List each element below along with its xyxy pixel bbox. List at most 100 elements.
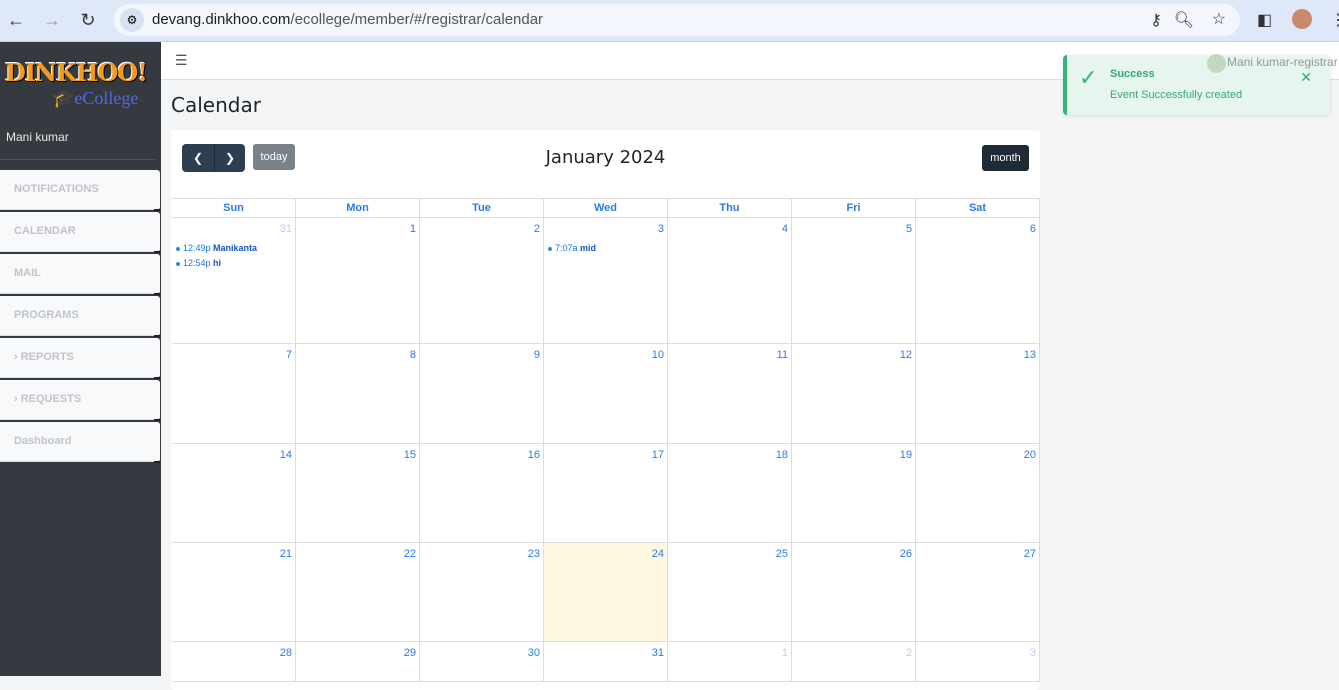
- day-cell[interactable]: 24: [544, 543, 668, 641]
- day-number[interactable]: 7: [286, 349, 292, 361]
- day-cell[interactable]: 19: [792, 444, 916, 542]
- sidebar-item-dashboard[interactable]: Dashboard: [0, 422, 160, 463]
- day-number[interactable]: 10: [652, 349, 664, 361]
- day-number[interactable]: 5: [906, 223, 912, 235]
- side-panel-icon[interactable]: ◧: [1257, 10, 1272, 30]
- day-cell[interactable]: 10: [544, 344, 668, 443]
- day-number[interactable]: 1: [782, 647, 788, 659]
- day-cell[interactable]: 2: [420, 218, 544, 343]
- profile-avatar[interactable]: [1292, 9, 1312, 29]
- sidebar-item-mail[interactable]: MAIL: [0, 254, 160, 295]
- zoom-icon[interactable]: 🔍︎: [1174, 10, 1194, 30]
- day-cell[interactable]: 29: [296, 642, 420, 681]
- day-cell[interactable]: 16: [420, 444, 544, 542]
- day-cell[interactable]: 28: [172, 642, 296, 681]
- day-cell[interactable]: 26: [792, 543, 916, 641]
- day-number[interactable]: 8: [410, 349, 416, 361]
- day-number[interactable]: 1: [410, 223, 416, 235]
- day-number[interactable]: 31: [280, 223, 292, 235]
- day-number[interactable]: 22: [404, 548, 416, 560]
- day-number[interactable]: 17: [652, 449, 664, 461]
- event-title: Manikanta: [213, 243, 258, 253]
- sidebar-item-requests[interactable]: › REQUESTS: [0, 380, 160, 421]
- day-cell[interactable]: 31: [544, 642, 668, 681]
- day-cell[interactable]: 13: [916, 344, 1040, 443]
- day-number[interactable]: 13: [1024, 349, 1036, 361]
- day-number[interactable]: 15: [404, 449, 416, 461]
- day-number[interactable]: 31: [652, 647, 664, 659]
- day-cell[interactable]: 1: [296, 218, 420, 343]
- day-cell[interactable]: 11: [668, 344, 792, 443]
- day-cell[interactable]: 1: [668, 642, 792, 681]
- address-bar[interactable]: ⚙ devang.dinkhoo.com/ecollege/member/#/r…: [114, 4, 1240, 36]
- day-cell[interactable]: 21: [172, 543, 296, 641]
- day-cell[interactable]: 25: [668, 543, 792, 641]
- header-user[interactable]: Mani kumar-registrar: [1227, 55, 1338, 69]
- forward-icon[interactable]: →: [40, 8, 64, 32]
- day-cell[interactable]: 8: [296, 344, 420, 443]
- day-cell[interactable]: 5: [792, 218, 916, 343]
- day-cell[interactable]: 27: [916, 543, 1040, 641]
- day-cell[interactable]: 23: [420, 543, 544, 641]
- hamburger-icon[interactable]: ☰: [175, 52, 188, 69]
- calendar-card: ❮ ❯ today January 2024 month Sun Mon Tue We…: [171, 130, 1040, 690]
- day-cell[interactable]: 18: [668, 444, 792, 542]
- day-number[interactable]: 3: [658, 223, 664, 235]
- day-number[interactable]: 2: [534, 223, 540, 235]
- day-number[interactable]: 24: [652, 548, 664, 560]
- day-number[interactable]: 28: [280, 647, 292, 659]
- browser-toolbar: ← → ↻ ⚙ devang.dinkhoo.com/ecollege/memb…: [0, 0, 1339, 42]
- day-number[interactable]: 11: [777, 349, 788, 361]
- day-number[interactable]: 12: [900, 349, 912, 361]
- day-number[interactable]: 6: [1030, 223, 1036, 235]
- site-settings-icon[interactable]: ⚙: [120, 8, 144, 32]
- day-number[interactable]: 14: [280, 449, 292, 461]
- day-number[interactable]: 19: [900, 449, 912, 461]
- sidebar-user: Mani kumar: [6, 130, 69, 144]
- day-number[interactable]: 2: [906, 647, 912, 659]
- day-number[interactable]: 29: [404, 647, 416, 659]
- day-number[interactable]: 25: [776, 548, 788, 560]
- key-icon[interactable]: ⚷: [1150, 10, 1162, 30]
- day-cell[interactable]: 20: [916, 444, 1040, 542]
- day-number[interactable]: 27: [1024, 548, 1036, 560]
- month-view-button[interactable]: month: [982, 145, 1029, 171]
- star-icon[interactable]: ☆: [1212, 9, 1226, 29]
- day-cell[interactable]: 2: [792, 642, 916, 681]
- day-cell[interactable]: 12: [792, 344, 916, 443]
- day-number[interactable]: 4: [782, 223, 788, 235]
- day-cell[interactable]: 3 7:07a mid: [544, 218, 668, 343]
- day-cell[interactable]: 31 12:49p Manikanta 12:54p hi: [172, 218, 296, 343]
- day-number[interactable]: 20: [1024, 449, 1036, 461]
- back-icon[interactable]: ←: [4, 8, 28, 32]
- day-cell[interactable]: 6: [916, 218, 1040, 343]
- user-avatar[interactable]: [1207, 54, 1226, 73]
- day-cell[interactable]: 4: [668, 218, 792, 343]
- day-cell[interactable]: 22: [296, 543, 420, 641]
- day-cell[interactable]: 7: [172, 344, 296, 443]
- day-number[interactable]: 3: [1030, 647, 1036, 659]
- calendar-event[interactable]: 7:07a mid: [548, 243, 665, 253]
- sidebar-item-reports[interactable]: › REPORTS: [0, 338, 160, 379]
- day-number[interactable]: 18: [776, 449, 788, 461]
- menu-icon[interactable]: ⋮: [1330, 10, 1339, 30]
- sidebar-item-programs[interactable]: PROGRAMS: [0, 296, 160, 337]
- day-number[interactable]: 16: [528, 449, 540, 461]
- calendar-event[interactable]: 12:49p Manikanta: [176, 243, 293, 253]
- sidebar-item-calendar[interactable]: CALENDAR: [0, 212, 160, 253]
- day-cell[interactable]: 9: [420, 344, 544, 443]
- day-cell[interactable]: 14: [172, 444, 296, 542]
- day-number[interactable]: 21: [280, 548, 292, 560]
- day-cell[interactable]: 30: [420, 642, 544, 681]
- day-cell[interactable]: 17: [544, 444, 668, 542]
- day-cell[interactable]: 15: [296, 444, 420, 542]
- close-icon[interactable]: ✕: [1300, 69, 1312, 86]
- day-cell[interactable]: 3: [916, 642, 1040, 681]
- sidebar-item-notifications[interactable]: NOTIFICATIONS: [0, 170, 160, 211]
- day-number[interactable]: 23: [528, 548, 540, 560]
- calendar-event[interactable]: 12:54p hi: [176, 258, 293, 268]
- day-number[interactable]: 30: [528, 647, 540, 659]
- day-number[interactable]: 9: [534, 349, 540, 361]
- day-number[interactable]: 26: [900, 548, 912, 560]
- reload-icon[interactable]: ↻: [76, 8, 100, 32]
